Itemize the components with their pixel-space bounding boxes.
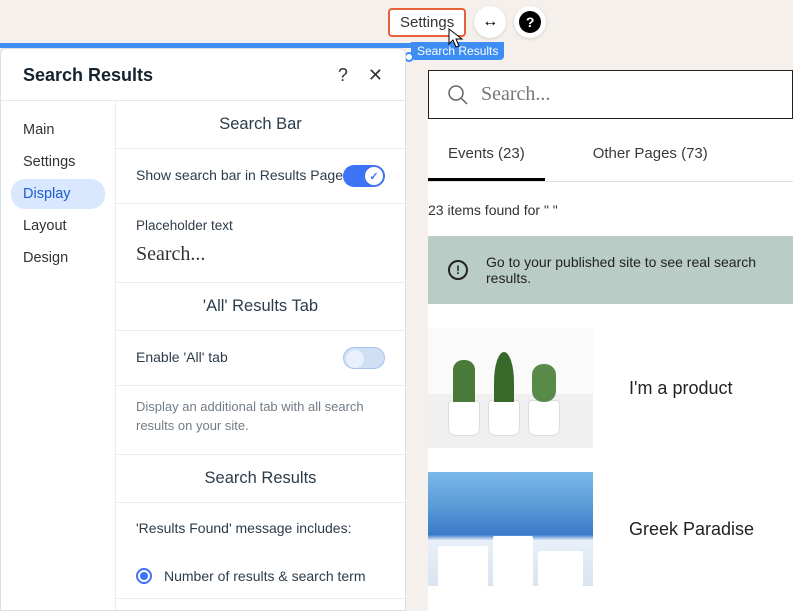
radio-row: Number of results & search term — [116, 554, 405, 598]
placeholder-input[interactable] — [116, 235, 405, 282]
nav-item-layout[interactable]: Layout — [11, 211, 105, 241]
panel-header: Search Results ? ✕ — [1, 49, 405, 101]
tab-other-pages[interactable]: Other Pages (73) — [573, 129, 728, 181]
row-label: 'Results Found' message includes: — [136, 519, 385, 539]
toggle-enable-all-tab[interactable] — [343, 347, 385, 369]
tabs: Events (23) Other Pages (73) — [428, 129, 793, 182]
nav-item-design[interactable]: Design — [11, 243, 105, 273]
radio-number-and-term[interactable] — [136, 568, 152, 584]
placeholder-label: Placeholder text — [116, 204, 405, 235]
info-banner-text: Go to your published site to see real se… — [486, 254, 773, 286]
top-toolbar: Settings ↔ ? — [0, 0, 793, 46]
settings-panel: Search Results ? ✕ Main Settings Display… — [0, 48, 406, 611]
swap-icon: ↔ — [482, 13, 498, 31]
nav-item-display[interactable]: Display — [11, 179, 105, 209]
preview-area: Search... Events (23) Other Pages (73) 2… — [428, 70, 793, 611]
row-message-includes: 'Results Found' message includes: — [116, 502, 405, 555]
check-icon: ✓ — [369, 170, 378, 183]
section-heading: 'All' Results Tab — [116, 283, 405, 330]
result-thumbnail — [428, 328, 593, 448]
section-heading: Search Results — [116, 455, 405, 502]
section-search-results: Search Results 'Results Found' message i… — [116, 455, 405, 600]
section-all-tab: 'All' Results Tab Enable 'All' tab Displ… — [116, 283, 405, 455]
section-heading: Search Bar — [116, 101, 405, 148]
swap-button[interactable]: ↔ — [474, 6, 506, 38]
section-search-bar: Search Bar Show search bar in Results Pa… — [116, 101, 405, 283]
row-show-search-bar: Show search bar in Results Page ✓ — [116, 148, 405, 203]
settings-button[interactable]: Settings — [388, 8, 466, 37]
panel-title: Search Results — [23, 65, 328, 86]
row-label: Show search bar in Results Page — [136, 166, 343, 186]
tab-events[interactable]: Events (23) — [428, 129, 545, 181]
help-button[interactable]: ? — [514, 6, 546, 38]
result-row[interactable]: Greek Paradise — [428, 448, 793, 586]
row-enable-all-tab: Enable 'All' tab — [116, 330, 405, 385]
row-label: Enable 'All' tab — [136, 348, 343, 368]
toggle-show-search-bar[interactable]: ✓ — [343, 165, 385, 187]
panel-help-button[interactable]: ? — [328, 65, 358, 86]
info-icon: ! — [448, 260, 468, 280]
nav-item-main[interactable]: Main — [11, 115, 105, 145]
selection-label[interactable]: Search Results — [411, 42, 504, 60]
search-box[interactable]: Search... — [428, 70, 793, 119]
result-title: I'm a product — [629, 378, 732, 399]
result-thumbnail — [428, 472, 593, 586]
placeholder-block: Placeholder text — [116, 203, 405, 282]
row-help-text: Display an additional tab with all searc… — [116, 385, 405, 454]
search-icon — [447, 84, 469, 106]
panel-close-button[interactable]: ✕ — [358, 65, 387, 86]
side-nav: Main Settings Display Layout Design — [1, 101, 115, 610]
search-placeholder: Search... — [481, 83, 550, 106]
question-icon: ? — [519, 11, 541, 33]
result-row[interactable]: I'm a product — [428, 304, 793, 448]
result-title: Greek Paradise — [629, 519, 754, 540]
panel-content: Search Bar Show search bar in Results Pa… — [115, 101, 405, 610]
items-found-text: 23 items found for " " — [428, 182, 793, 236]
panel-body: Main Settings Display Layout Design Sear… — [1, 101, 405, 610]
radio-label: Number of results & search term — [164, 568, 366, 584]
nav-item-settings[interactable]: Settings — [11, 147, 105, 177]
info-banner: ! Go to your published site to see real … — [428, 236, 793, 304]
